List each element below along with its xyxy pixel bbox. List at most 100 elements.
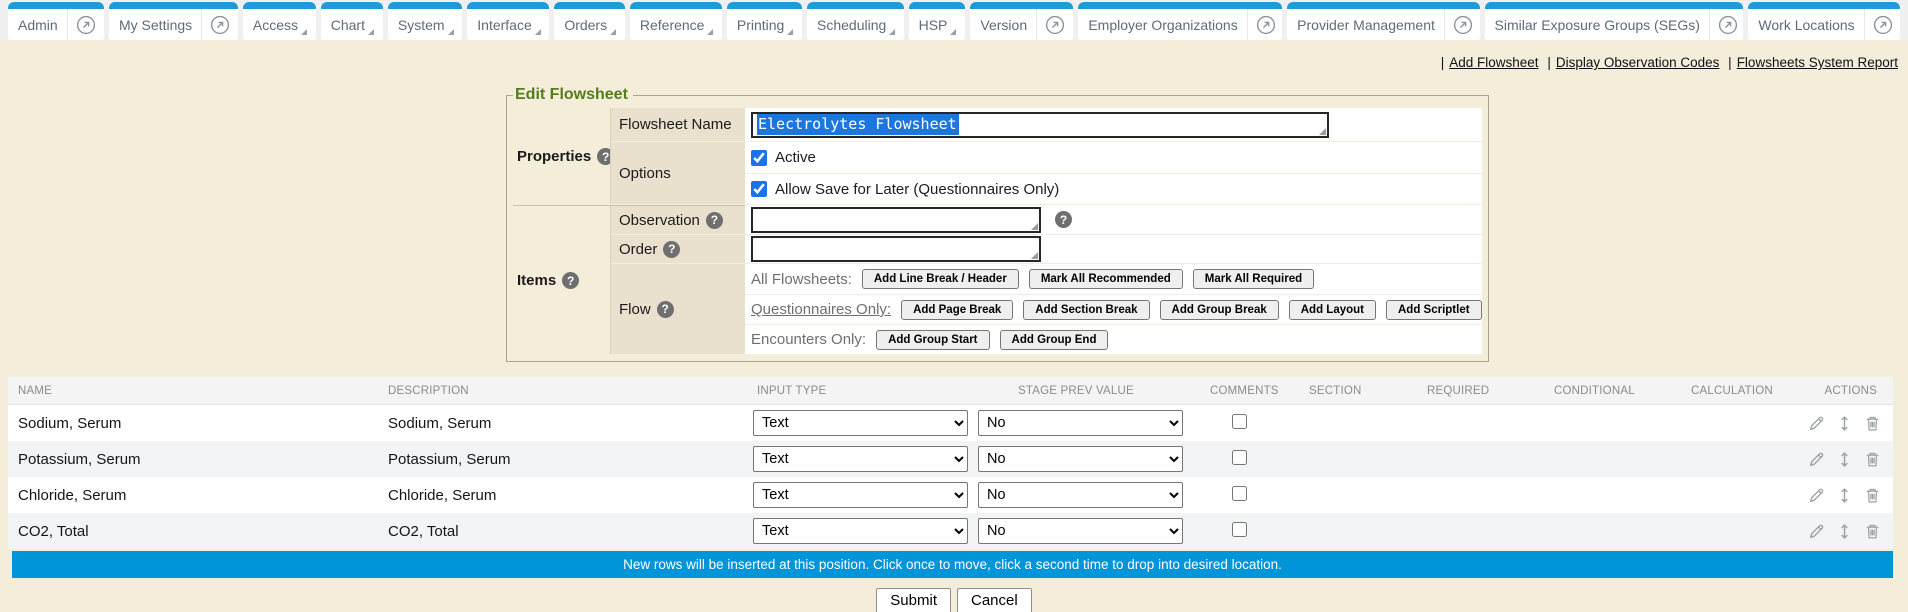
tab-label: Provider Management bbox=[1297, 17, 1435, 33]
tab-label: System bbox=[398, 17, 445, 33]
nav-tab[interactable]: Printing bbox=[727, 2, 802, 40]
edit-icon[interactable] bbox=[1808, 451, 1825, 468]
link-separator: | bbox=[1728, 55, 1732, 70]
nav-tab[interactable]: Orders bbox=[554, 2, 625, 40]
move-icon[interactable] bbox=[1836, 523, 1853, 540]
help-icon[interactable]: ? bbox=[1055, 211, 1072, 228]
delete-icon[interactable] bbox=[1864, 523, 1881, 540]
tab-accent-bar bbox=[243, 2, 316, 9]
help-icon[interactable]: ? bbox=[663, 241, 680, 258]
nav-tab[interactable]: My Settings bbox=[109, 2, 238, 40]
items-table-header: NAMEDESCRIPTIONINPUT TYPESTAGE PREV VALU… bbox=[8, 377, 1893, 405]
properties-group-label: Properties ? bbox=[513, 108, 610, 205]
flow-button[interactable]: Add Scriptlet bbox=[1386, 300, 1482, 320]
chevron-down-icon bbox=[610, 29, 616, 35]
input-type-select[interactable]: Text bbox=[753, 482, 968, 508]
edit-icon[interactable] bbox=[1808, 487, 1825, 504]
flow-button[interactable]: Add Group Break bbox=[1160, 300, 1279, 320]
tab-label: Reference bbox=[640, 17, 705, 33]
nav-tab[interactable]: Work Locations bbox=[1748, 2, 1900, 40]
column-header: REQUIRED bbox=[1423, 385, 1550, 397]
stage-prev-value-select[interactable]: No bbox=[978, 482, 1183, 508]
input-type-select[interactable]: Text bbox=[753, 446, 968, 472]
tab-accent-bar bbox=[909, 2, 966, 9]
nav-tab[interactable]: System bbox=[388, 2, 462, 40]
nav-tab[interactable]: Reference bbox=[630, 2, 722, 40]
nav-tab[interactable]: Employer Organizations bbox=[1078, 2, 1282, 40]
help-icon[interactable]: ? bbox=[706, 212, 723, 229]
insert-position-bar[interactable]: New rows will be inserted at this positi… bbox=[12, 551, 1893, 578]
tab-external-wrap bbox=[1444, 9, 1473, 40]
tab-external-wrap bbox=[1247, 9, 1276, 40]
help-icon[interactable]: ? bbox=[657, 301, 674, 318]
flowsheet-name-input[interactable]: Electrolytes Flowsheet bbox=[751, 112, 1329, 138]
cell-name: Sodium, Serum bbox=[8, 415, 380, 432]
external-link-icon bbox=[1045, 15, 1065, 35]
stage-prev-value-select[interactable]: No bbox=[978, 518, 1183, 544]
nav-tab[interactable]: Admin bbox=[8, 2, 104, 40]
cell-description: Sodium, Serum bbox=[380, 415, 753, 432]
move-icon[interactable] bbox=[1836, 451, 1853, 468]
input-type-select[interactable]: Text bbox=[753, 410, 968, 436]
panel-title: Edit Flowsheet bbox=[513, 86, 633, 104]
tab-accent-bar bbox=[467, 2, 549, 9]
flow-button[interactable]: Add Group Start bbox=[876, 330, 989, 350]
active-checkbox-label: Active bbox=[775, 149, 816, 166]
comments-checkbox[interactable] bbox=[1232, 522, 1247, 537]
tab-label: Chart bbox=[331, 17, 365, 33]
tab-accent-bar bbox=[630, 2, 722, 9]
nav-tab[interactable]: Access bbox=[243, 2, 316, 40]
observation-input[interactable] bbox=[751, 207, 1041, 233]
tab-accent-bar bbox=[1748, 2, 1900, 9]
comments-checkbox[interactable] bbox=[1232, 486, 1247, 501]
tab-label: Printing bbox=[737, 17, 784, 33]
submit-button[interactable]: Submit bbox=[876, 588, 951, 612]
edit-icon[interactable] bbox=[1808, 415, 1825, 432]
nav-tab[interactable]: Similar Exposure Groups (SEGs) bbox=[1485, 2, 1744, 40]
allow-save-checkbox[interactable] bbox=[751, 181, 767, 197]
tab-external-wrap bbox=[67, 9, 96, 40]
flow-button[interactable]: Mark All Recommended bbox=[1029, 269, 1183, 289]
comments-checkbox[interactable] bbox=[1232, 414, 1247, 429]
delete-icon[interactable] bbox=[1864, 487, 1881, 504]
comments-checkbox[interactable] bbox=[1232, 450, 1247, 465]
stage-prev-value-select[interactable]: No bbox=[978, 410, 1183, 436]
flow-button[interactable]: Add Group End bbox=[1000, 330, 1109, 350]
flow-button[interactable]: Add Page Break bbox=[901, 300, 1013, 320]
flow-button[interactable]: Add Section Break bbox=[1023, 300, 1149, 320]
flow-button[interactable]: Add Layout bbox=[1289, 300, 1376, 320]
move-icon[interactable] bbox=[1836, 415, 1853, 432]
flow-button[interactable]: Add Line Break / Header bbox=[862, 269, 1019, 289]
tab-accent-bar bbox=[388, 2, 462, 9]
nav-tab[interactable]: HSP bbox=[909, 2, 966, 40]
nav-tab[interactable]: Chart bbox=[321, 2, 383, 40]
edit-icon[interactable] bbox=[1808, 523, 1825, 540]
cancel-button[interactable]: Cancel bbox=[957, 588, 1032, 612]
chevron-down-icon bbox=[301, 29, 307, 35]
order-input[interactable] bbox=[751, 236, 1041, 262]
flow-button[interactable]: Mark All Required bbox=[1193, 269, 1314, 289]
header-link[interactable]: Display Observation Codes bbox=[1556, 55, 1720, 70]
nav-tab[interactable]: Version bbox=[970, 2, 1073, 40]
header-link[interactable]: Flowsheets System Report bbox=[1737, 55, 1898, 70]
chevron-down-icon bbox=[707, 29, 713, 35]
active-checkbox[interactable] bbox=[751, 150, 767, 166]
observation-label: Observation ? bbox=[610, 205, 745, 235]
header-link[interactable]: Add Flowsheet bbox=[1449, 55, 1538, 70]
delete-icon[interactable] bbox=[1864, 415, 1881, 432]
tab-accent-bar bbox=[807, 2, 904, 9]
nav-tab[interactable]: Interface bbox=[467, 2, 549, 40]
top-nav: Admin My Settings Acce bbox=[0, 0, 1908, 40]
tab-external-wrap bbox=[1036, 9, 1065, 40]
nav-tab[interactable]: Provider Management bbox=[1287, 2, 1479, 40]
tab-label: Version bbox=[980, 17, 1027, 33]
nav-tab[interactable]: Scheduling bbox=[807, 2, 904, 40]
help-icon[interactable]: ? bbox=[562, 272, 579, 289]
column-header: SECTION bbox=[1305, 385, 1423, 397]
input-type-select[interactable]: Text bbox=[753, 518, 968, 544]
stage-prev-value-select[interactable]: No bbox=[978, 446, 1183, 472]
tab-label: Interface bbox=[477, 17, 531, 33]
move-icon[interactable] bbox=[1836, 487, 1853, 504]
tab-accent-bar bbox=[554, 2, 625, 9]
delete-icon[interactable] bbox=[1864, 451, 1881, 468]
